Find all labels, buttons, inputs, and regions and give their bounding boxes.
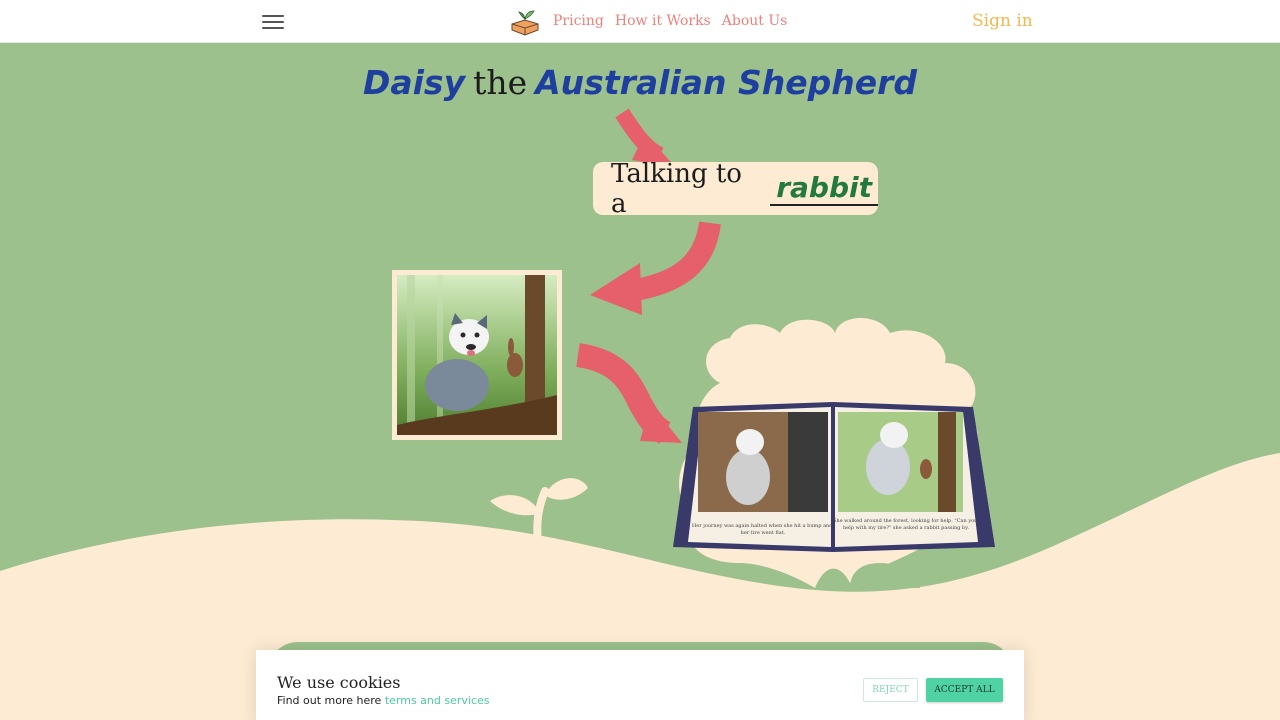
book-sprout-logo[interactable] (508, 6, 542, 36)
cookie-title: We use cookies (277, 673, 401, 692)
cookie-text: Find out more here terms and services (277, 694, 490, 707)
nav-link-about-us[interactable]: About Us (722, 13, 788, 29)
dog-rabbit-illustration (397, 275, 557, 435)
top-nav: Pricing How it Works About Us Sign in (0, 0, 1280, 43)
illustration-frame (392, 270, 562, 440)
svg-text:She walked around the forest,: She walked around the forest, looking fo… (833, 518, 979, 531)
storybook-illustration: Her journey was again halted when she hi… (673, 402, 995, 552)
reject-button[interactable]: REJECT (863, 678, 918, 702)
cookie-banner: We use cookies Find out more here terms … (256, 650, 1024, 720)
scenario-box: Talking to a rabbit (593, 159, 878, 219)
nav-link-pricing[interactable]: Pricing (553, 13, 604, 29)
scenario-word: rabbit (770, 171, 878, 206)
headline-the: the (473, 63, 528, 102)
terms-link[interactable]: terms and services (385, 694, 490, 707)
scenario-prefix: Talking to a (611, 158, 742, 219)
hero-headline: Daisy the Australian Shepherd (0, 63, 1280, 102)
pet-name: Daisy (362, 63, 466, 102)
pet-breed: Australian Shepherd (535, 63, 918, 102)
hero-section: Daisy the Australian Shepherd Talking to a… (0, 43, 1280, 643)
accept-all-button[interactable]: ACCEPT ALL (926, 678, 1003, 702)
hamburger-icon[interactable] (262, 12, 284, 30)
cookie-text-prefix: Find out more here (277, 694, 382, 707)
nav-link-how-it-works[interactable]: How it Works (615, 13, 711, 29)
sign-in-link[interactable]: Sign in (972, 11, 1033, 31)
hills-background (0, 108, 1280, 643)
